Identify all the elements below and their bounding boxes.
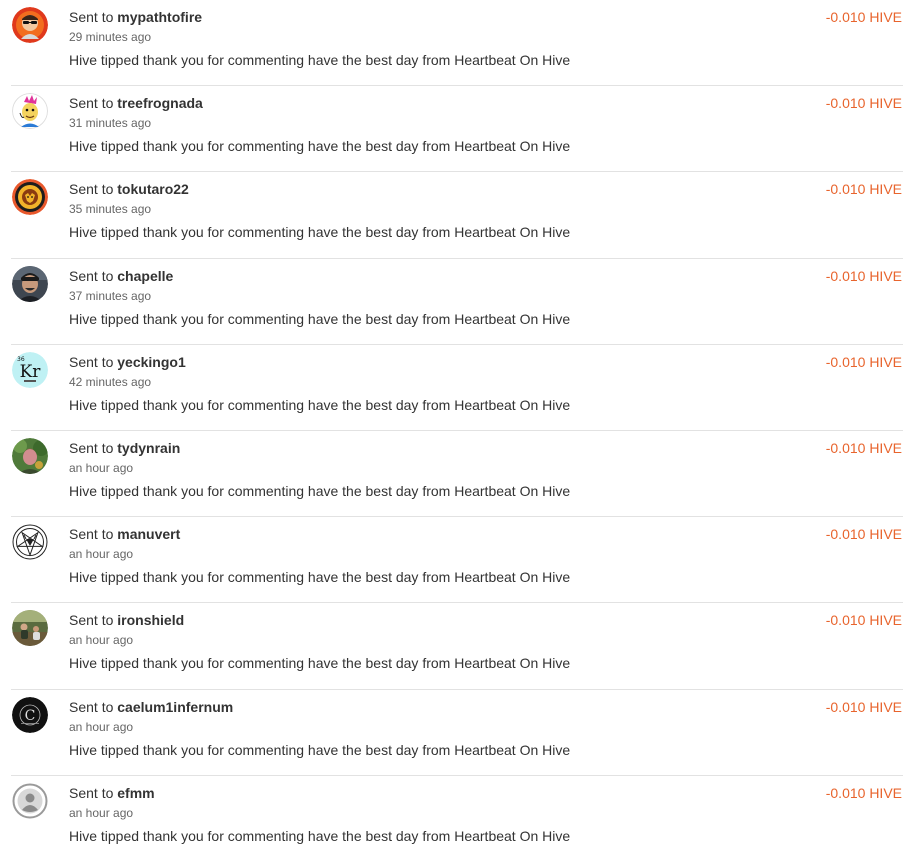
amount: -0.010 HIVE (825, 612, 902, 629)
default-user-avatar-icon[interactable] (12, 782, 48, 819)
transaction-row: 36 Kr Sent to yeckingo1 42 minutes ago H… (11, 345, 903, 431)
sent-to-label: Sent to (69, 95, 114, 112)
transaction-list: Sent to mypathtofire 29 minutes ago Hive… (11, 0, 903, 862)
amount: -0.010 HIVE (825, 439, 902, 456)
transaction-title: Sent to yeckingo1 (69, 353, 186, 371)
timestamp: an hour ago (69, 719, 134, 734)
recipient-link[interactable]: tokutaro22 (117, 181, 189, 197)
memo: Hive tipped thank you for commenting hav… (69, 655, 571, 672)
sent-to-label: Sent to (69, 612, 114, 629)
memo: Hive tipped thank you for commenting hav… (69, 741, 571, 758)
red-avatar-sunglasses-icon[interactable] (12, 7, 48, 43)
memo: Hive tipped thank you for commenting hav… (69, 52, 571, 68)
timestamp: 37 minutes ago (69, 288, 152, 303)
sent-to-label: Sent to (69, 181, 114, 198)
transaction-row: Sent to tokutaro22 35 minutes ago Hive t… (11, 172, 903, 259)
timestamp: an hour ago (69, 633, 134, 648)
recipient-link[interactable]: chapelle (117, 268, 173, 284)
memo: Hive tipped thank you for commenting hav… (69, 396, 571, 413)
recipient-link[interactable]: ironshield (117, 612, 184, 628)
transaction-title: Sent to efmm (69, 784, 155, 802)
memo: Hive tipped thank you for commenting hav… (69, 482, 571, 499)
transaction-title: Sent to chapelle (69, 267, 173, 285)
recipient-link[interactable]: mypathtofire (117, 9, 202, 25)
timestamp: an hour ago (69, 460, 134, 475)
transaction-row: Sent to ironshield an hour ago Hive tipp… (11, 603, 903, 690)
sent-to-label: Sent to (69, 353, 114, 370)
nature-photo-avatar-icon[interactable] (12, 437, 48, 474)
memo: Hive tipped thank you for commenting hav… (69, 224, 571, 241)
memo: Hive tipped thank you for commenting hav… (69, 138, 571, 155)
recipient-link[interactable]: manuvert (117, 526, 180, 542)
transaction-title: Sent to manuvert (69, 525, 180, 543)
timestamp: 42 minutes ago (69, 374, 152, 389)
amount: -0.010 HIVE (825, 267, 902, 284)
sent-to-label: Sent to (69, 439, 114, 456)
transaction-row: Sent to mypathtofire 29 minutes ago Hive… (11, 0, 903, 87)
recipient-link[interactable]: treefrognada (117, 95, 203, 111)
recipient-link[interactable]: yeckingo1 (117, 354, 185, 370)
transaction-row: Sent to tydynrain an hour ago Hive tippe… (11, 431, 903, 518)
sent-to-label: Sent to (69, 267, 114, 284)
transaction-row: Sent to efmm an hour ago Hive tipped tha… (11, 776, 903, 862)
amount: -0.010 HIVE (825, 353, 902, 370)
sent-to-label: Sent to (69, 784, 114, 801)
timestamp: an hour ago (69, 805, 134, 820)
frog-character-avatar-icon[interactable] (12, 93, 48, 130)
memo: Hive tipped thank you for commenting hav… (69, 310, 571, 327)
amount: -0.010 HIVE (825, 9, 902, 25)
sent-to-label: Sent to (69, 698, 114, 715)
timestamp: an hour ago (69, 547, 134, 562)
amount: -0.010 HIVE (825, 526, 902, 543)
transaction-row: Sent to chapelle 37 minutes ago Hive tip… (11, 259, 903, 345)
avatar-letter: Kr (20, 362, 42, 382)
transaction-title: Sent to mypathtofire (69, 8, 202, 26)
lion-emblem-avatar-icon[interactable] (12, 179, 48, 216)
transaction-title: Sent to caelum1infernum (69, 698, 233, 716)
krypton-element-avatar-icon[interactable]: 36 Kr (12, 351, 48, 388)
memo: Hive tipped thank you for commenting hav… (69, 827, 571, 844)
transaction-title: Sent to tydynrain (69, 439, 180, 457)
recipient-link[interactable]: efmm (117, 785, 154, 801)
amount: -0.010 HIVE (825, 95, 902, 112)
transaction-title: Sent to tokutaro22 (69, 180, 189, 198)
sent-to-label: Sent to (69, 9, 114, 25)
person-photo-avatar-icon[interactable] (12, 265, 48, 302)
transaction-title: Sent to treefrognada (69, 94, 203, 112)
avatar-letter: C (25, 708, 36, 724)
amount: -0.010 HIVE (825, 181, 902, 198)
transaction-row: Sent to treefrognada 31 minutes ago Hive… (11, 86, 903, 173)
recipient-link[interactable]: tydynrain (117, 440, 180, 456)
transaction-title: Sent to ironshield (69, 611, 184, 629)
sent-to-label: Sent to (69, 526, 114, 543)
timestamp: 29 minutes ago (69, 30, 152, 44)
timestamp: 35 minutes ago (69, 202, 152, 217)
amount: -0.010 HIVE (825, 784, 902, 801)
memo: Hive tipped thank you for commenting hav… (69, 569, 571, 586)
recipient-link[interactable]: caelum1infernum (117, 699, 233, 715)
outdoor-photo-avatar-icon[interactable] (12, 610, 48, 647)
transaction-row: Sent to manuvert an hour ago Hive tipped… (11, 517, 903, 604)
timestamp: 31 minutes ago (69, 116, 152, 131)
pentagram-avatar-icon[interactable] (12, 524, 48, 561)
transaction-row: C Sent to caelum1infernum an hour ago Hi… (11, 690, 903, 776)
dark-logo-avatar-icon[interactable]: C (12, 696, 48, 733)
amount: -0.010 HIVE (825, 698, 902, 715)
